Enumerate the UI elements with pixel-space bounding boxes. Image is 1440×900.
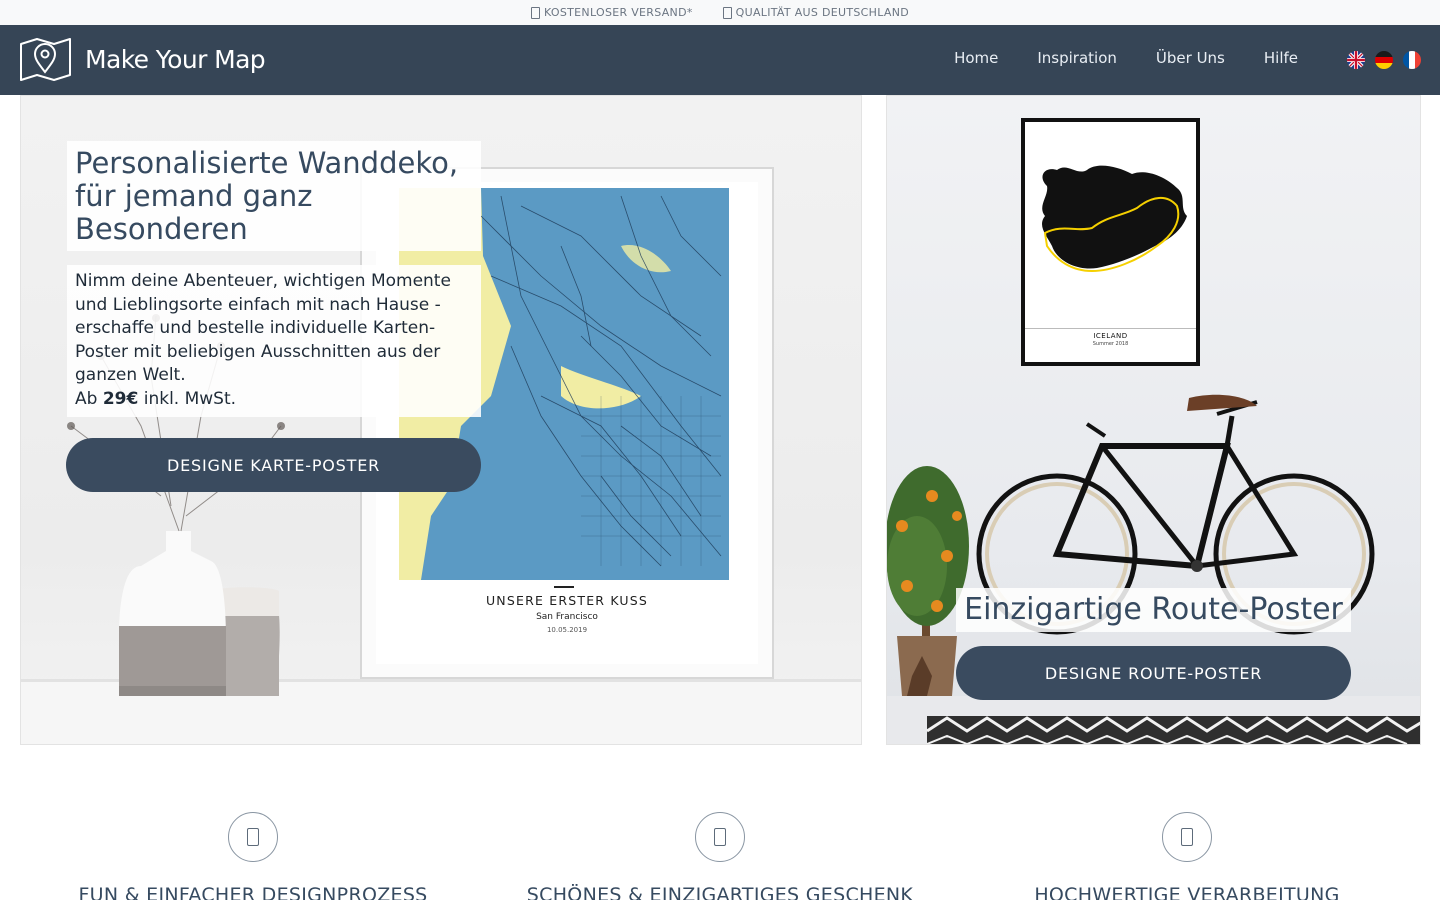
hero-headline-box: Personalisierte Wanddeko, für jemand gan… bbox=[67, 141, 481, 251]
feature-title: FUN & EINFACHER DESIGNPROZESS bbox=[78, 884, 428, 900]
map-poster-caption: UNSERE ERSTER KUSS San Francisco 10.05.2… bbox=[376, 593, 758, 634]
shipping-info: KOSTENLOSER VERSAND* bbox=[531, 6, 693, 19]
hero-map-poster: UNSERE ERSTER KUSS San Francisco 10.05.2… bbox=[20, 95, 862, 745]
brand-name: Make Your Map bbox=[85, 45, 266, 74]
map-poster-date: 10.05.2019 bbox=[546, 626, 588, 634]
route-title: Einzigartige Route-Poster bbox=[964, 592, 1343, 627]
feature-icon-circle bbox=[1162, 812, 1212, 862]
vases-decor bbox=[119, 531, 280, 696]
iceland-poster-frame bbox=[1021, 118, 1200, 366]
price-suffix: inkl. MwSt. bbox=[138, 388, 237, 409]
feature-quality: HOCHWERTIGE VERARBEITUNG bbox=[954, 812, 1420, 900]
quality-icon bbox=[722, 6, 732, 19]
feature-icon bbox=[714, 828, 726, 846]
language-switcher bbox=[1347, 51, 1421, 69]
map-pin-logo-icon bbox=[20, 38, 71, 81]
map-poster-title: UNSERE ERSTER KUSS bbox=[485, 593, 649, 608]
map-poster-subtitle: San Francisco bbox=[536, 612, 598, 622]
nav-inspiration[interactable]: Inspiration bbox=[1037, 49, 1117, 67]
route-poster-caption: ICELAND Summer 2018 bbox=[1025, 332, 1196, 347]
quality-label: QUALITÄT AUS DEUTSCHLAND bbox=[735, 6, 909, 19]
hero-route-poster: ICELAND Summer 2018 Einzigartige Route-P… bbox=[886, 95, 1421, 745]
france-flag-icon[interactable] bbox=[1403, 51, 1421, 69]
hero-price-line: Ab 29€ inkl. MwSt. bbox=[75, 388, 473, 412]
logo-link[interactable]: Make Your Map bbox=[20, 38, 266, 81]
rug-decor bbox=[926, 716, 1420, 744]
site-header: Make Your Map Home Inspiration Über Uns … bbox=[0, 25, 1440, 95]
shipping-label: KOSTENLOSER VERSAND* bbox=[544, 6, 693, 19]
feature-icon-circle bbox=[228, 812, 278, 862]
germany-flag-icon[interactable] bbox=[1375, 51, 1393, 69]
nav-about[interactable]: Über Uns bbox=[1156, 49, 1225, 67]
price-prefix: Ab bbox=[75, 388, 103, 409]
route-poster-title: ICELAND bbox=[1093, 332, 1128, 340]
hero-headline: Personalisierte Wanddeko, für jemand gan… bbox=[75, 146, 459, 246]
main-nav: Home Inspiration Über Uns Hilfe bbox=[954, 49, 1298, 67]
feature-title: HOCHWERTIGE VERARBEITUNG bbox=[1034, 884, 1340, 900]
feature-gift: SCHÖNES & EINZIGARTIGES GESCHENK bbox=[487, 812, 953, 900]
quality-info: QUALITÄT AUS DEUTSCHLAND bbox=[722, 6, 909, 19]
nav-help[interactable]: Hilfe bbox=[1264, 49, 1298, 67]
feature-icon-circle bbox=[695, 812, 745, 862]
price-value: 29€ bbox=[102, 388, 139, 409]
feature-icon bbox=[247, 828, 259, 846]
feature-icon bbox=[1181, 828, 1193, 846]
hero-description: Nimm deine Abenteuer, wichtigen Momente … bbox=[75, 271, 451, 385]
design-route-poster-button[interactable]: DESIGNE ROUTE-POSTER bbox=[956, 646, 1351, 700]
features-section: FUN & EINFACHER DESIGNPROZESS SCHÖNES & … bbox=[0, 812, 1440, 900]
feature-title: SCHÖNES & EINZIGARTIGES GESCHENK bbox=[526, 884, 914, 900]
route-poster-subtitle: Summer 2018 bbox=[1092, 341, 1129, 347]
nav-home[interactable]: Home bbox=[954, 49, 998, 67]
feature-design-process: FUN & EINFACHER DESIGNPROZESS bbox=[20, 812, 486, 900]
top-info-bar: KOSTENLOSER VERSAND* QUALITÄT AUS DEUTSC… bbox=[0, 0, 1440, 25]
plant-decor bbox=[887, 466, 969, 696]
hero-description-box: Nimm deine Abenteuer, wichtigen Momente … bbox=[67, 265, 481, 417]
design-map-poster-button[interactable]: DESIGNE KARTE-POSTER bbox=[66, 438, 481, 492]
route-title-box: Einzigartige Route-Poster bbox=[956, 588, 1351, 632]
shipping-icon bbox=[531, 6, 540, 19]
uk-flag-icon[interactable] bbox=[1347, 51, 1365, 69]
